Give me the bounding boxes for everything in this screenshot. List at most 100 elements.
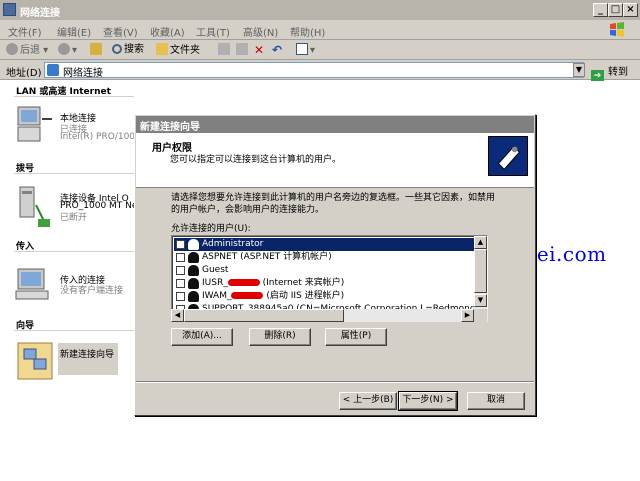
undo-icon[interactable]: ↶ — [272, 43, 282, 57]
minimize-button[interactable]: _ — [593, 3, 608, 17]
user-checkbox[interactable] — [176, 240, 185, 249]
incoming-connection-icon[interactable] — [14, 267, 54, 303]
wizard-header: 用户权限 您可以指定可以连接到这台计算机的用户。 — [136, 133, 534, 188]
search-button[interactable]: 搜索 — [112, 43, 144, 57]
user-icon — [188, 278, 199, 289]
maximize-button[interactable]: □ — [608, 3, 623, 17]
title-bar: 网络连接 _ □ × — [0, 0, 640, 20]
go-button[interactable]: ➔ 转到 — [591, 63, 628, 83]
address-bar: 地址(D) 网络连接 ▼ ➔ 转到 — [0, 60, 640, 83]
local-connection-icon[interactable] — [14, 105, 54, 145]
go-label: 转到 — [608, 67, 628, 78]
list-item[interactable]: Guest — [174, 264, 474, 277]
user-icon — [188, 239, 199, 250]
user-name-suffix: (启动 IIS 进程帐户) — [263, 291, 345, 301]
cancel-wizard-button[interactable]: 取消 — [467, 392, 525, 410]
back-label: 后退 — [20, 45, 40, 56]
views-icon — [296, 43, 308, 55]
user-name-prefix: IWAM_ — [202, 291, 232, 301]
horizontal-scrollbar[interactable]: ◀ ▶ — [171, 309, 488, 322]
user-name: IUSR_ (Internet 来宾帐户) — [202, 277, 344, 290]
user-icon — [188, 265, 199, 276]
window-title: 网络连接 — [20, 8, 60, 19]
user-checkbox[interactable] — [176, 292, 185, 301]
scroll-left-button[interactable]: ◀ — [171, 309, 184, 322]
address-label: 地址(D) — [6, 68, 42, 79]
folders-button[interactable]: 文件夹 — [156, 43, 200, 57]
toolbar: 后退 ▾ ▾ 搜索 文件夹 ✕ ↶ ▾ — [0, 40, 640, 60]
forward-button[interactable]: ▾ — [58, 43, 77, 57]
new-connection-wizard-name[interactable]: 新建连接向导 — [60, 347, 114, 360]
folder-icon — [156, 43, 168, 55]
address-input[interactable]: 网络连接 — [44, 62, 584, 79]
scroll-up-button[interactable]: ▲ — [474, 236, 487, 249]
user-name-suffix: (Internet 来宾帐户) — [259, 278, 345, 288]
new-connection-wizard-dialog: 新建连接向导 用户权限 您可以指定可以连接到这台计算机的用户。 请选择您想要允许… — [134, 114, 536, 416]
back-wizard-button[interactable]: < 上一步(B) — [339, 392, 397, 410]
remove-user-button[interactable]: 删除(R) — [249, 328, 311, 346]
list-item[interactable]: IUSR_ (Internet 来宾帐户) — [174, 277, 474, 290]
section-divider — [14, 330, 134, 331]
back-arrow-icon — [6, 43, 18, 55]
section-divider — [14, 96, 134, 97]
menu-favorites[interactable]: 收藏(A) — [150, 24, 185, 39]
user-name-prefix: IUSR_ — [202, 278, 228, 288]
user-icon — [188, 252, 199, 263]
add-user-button[interactable]: 添加(A)... — [171, 328, 233, 346]
list-item[interactable]: ASPNET (ASP.NET 计算机帐户) — [174, 251, 474, 264]
user-checkbox[interactable] — [176, 253, 185, 262]
redaction-mark — [227, 279, 260, 286]
back-button[interactable]: 后退 ▾ — [6, 43, 48, 57]
list-item[interactable]: IWAM_ (启动 IIS 进程帐户) — [174, 290, 474, 303]
wizard-title: 新建连接向导 — [140, 122, 200, 133]
scroll-thumb[interactable] — [474, 249, 487, 293]
title-bar-background — [0, 0, 640, 20]
forward-arrow-icon — [58, 43, 70, 55]
section-divider — [14, 173, 134, 174]
user-checkbox[interactable] — [176, 279, 185, 288]
scroll-right-button[interactable]: ▶ — [461, 309, 474, 322]
menu-tools[interactable]: 工具(T) — [196, 24, 230, 39]
up-folder-button[interactable] — [90, 43, 104, 57]
close-button[interactable]: × — [623, 3, 638, 17]
search-label: 搜索 — [124, 44, 144, 55]
copy-to-icon — [236, 43, 248, 55]
menu-file[interactable]: 文件(F) — [8, 24, 42, 39]
list-item[interactable]: Administrator — [174, 238, 474, 251]
copy-to-button[interactable] — [236, 43, 250, 57]
wizard-separator — [136, 381, 534, 383]
folders-label: 文件夹 — [170, 45, 200, 56]
scroll-corner — [474, 309, 487, 322]
network-folder-icon — [3, 3, 16, 16]
user-list-label: 允许连接的用户(U): — [171, 224, 251, 234]
user-checkbox[interactable] — [176, 266, 185, 275]
menu-help[interactable]: 帮助(H) — [290, 24, 325, 39]
scroll-down-button[interactable]: ▼ — [474, 294, 487, 307]
views-button[interactable]: ▾ — [296, 43, 315, 57]
windows-logo-icon — [610, 22, 624, 37]
vertical-scrollbar[interactable]: ▲ ▼ — [474, 236, 487, 320]
user-icon — [188, 291, 199, 302]
local-connection-device: Intel(R) PRO/100 — [60, 132, 136, 142]
user-name: Guest — [202, 265, 229, 275]
new-connection-wizard-icon[interactable] — [16, 341, 54, 381]
user-name: IWAM_ (启动 IIS 进程帐户) — [202, 290, 344, 303]
menu-view[interactable]: 查看(V) — [103, 24, 138, 39]
address-dropdown-button[interactable]: ▼ — [573, 63, 585, 77]
network-connections-icon — [47, 64, 59, 76]
wizard-title-bar: 新建连接向导 — [136, 116, 534, 133]
dialup-device-icon[interactable] — [14, 185, 54, 229]
redaction-mark — [231, 292, 264, 299]
user-name: ASPNET (ASP.NET 计算机帐户) — [202, 252, 332, 262]
dialup-device-status: 已断开 — [60, 213, 88, 223]
next-wizard-button[interactable]: 下一步(N) > — [398, 391, 458, 411]
move-to-button[interactable] — [218, 43, 232, 57]
user-properties-button[interactable]: 属性(P) — [325, 328, 387, 346]
move-to-icon — [218, 43, 230, 55]
menu-advanced[interactable]: 高级(N) — [243, 24, 278, 39]
horizontal-scroll-thumb[interactable] — [184, 309, 344, 322]
dialup-phone-icon — [488, 136, 528, 176]
delete-icon[interactable]: ✕ — [254, 43, 264, 57]
menu-edit[interactable]: 编辑(E) — [57, 24, 91, 39]
user-name: Administrator — [202, 239, 264, 249]
